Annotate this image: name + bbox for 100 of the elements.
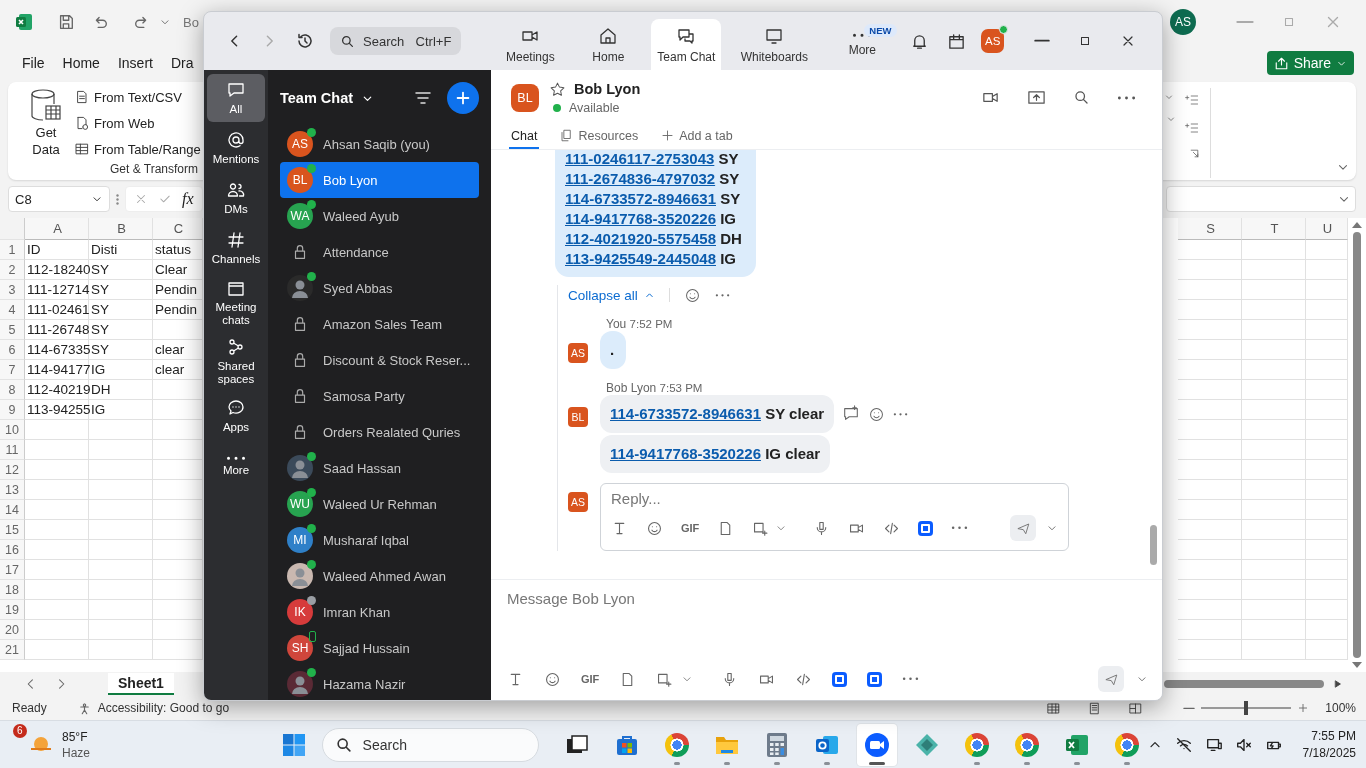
chat-tab[interactable]: Add a tab (658, 124, 735, 149)
sidebar-item[interactable]: Meeting chats (207, 274, 265, 331)
normal-view-icon[interactable] (1046, 700, 1062, 716)
row-header[interactable]: 14 (0, 500, 25, 520)
save-icon[interactable] (57, 13, 75, 31)
nav-tab[interactable]: NEW More (823, 19, 902, 70)
chat-list-item[interactable]: Hazama Nazir (280, 666, 479, 700)
video-meeting-icon[interactable] (863, 731, 890, 758)
formula-input[interactable] (1166, 186, 1356, 212)
sidebar-item[interactable]: DMs (207, 174, 265, 222)
app-icon[interactable] (867, 671, 883, 687)
gif-button[interactable]: GIF (681, 522, 700, 534)
search-field[interactable]: Search (321, 727, 539, 762)
order-link[interactable]: 114-6733572-8946631 (610, 405, 761, 422)
chat-list-item[interactable]: Samosa Party (280, 378, 479, 414)
send-button[interactable] (1010, 515, 1036, 541)
dialog-launcher-icon[interactable] (1189, 148, 1200, 159)
chat-list-item[interactable]: Syed Abbas (280, 270, 479, 306)
row-header[interactable]: 19 (0, 600, 25, 620)
sidebar-item[interactable]: Channels (207, 224, 265, 272)
menu-item[interactable]: Insert (117, 55, 153, 71)
chat-list-item[interactable]: AS Ahsan Saqib (you) (280, 126, 479, 162)
chat-list-item[interactable]: BL Bob Lyon (280, 162, 479, 198)
sidebar-item[interactable]: Apps (207, 392, 265, 440)
row-header[interactable]: 5 (0, 320, 25, 340)
page-break-icon[interactable] (1128, 700, 1144, 716)
sidebar-item[interactable]: Mentions (207, 124, 265, 172)
gif-button[interactable]: GIF (581, 673, 600, 685)
function-icon[interactable]: fx (182, 190, 194, 208)
more-icon[interactable] (893, 411, 909, 417)
row-header[interactable]: 2 (0, 260, 25, 280)
row-header[interactable]: 9 (0, 400, 25, 420)
reply-icon[interactable] (842, 405, 861, 423)
accessibility-status[interactable]: Accessibility: Good to go (97, 701, 230, 715)
chat-list-item[interactable]: SH Sajjad Hussain (280, 630, 479, 666)
column-header[interactable]: C (153, 218, 203, 240)
order-link[interactable]: 113-9425549-2445048 (565, 250, 716, 267)
nav-tab[interactable]: Whiteboards (725, 19, 824, 70)
history-icon[interactable] (295, 31, 315, 51)
row-header[interactable]: 21 (0, 640, 25, 660)
star-icon[interactable] (549, 80, 566, 98)
horizontal-scrollbar[interactable] (1164, 679, 1324, 689)
more-icon[interactable] (902, 676, 920, 682)
chat-list-item[interactable]: Amazon Sales Team (280, 306, 479, 342)
scroll-up-icon[interactable] (1352, 222, 1362, 228)
menu-item[interactable]: File (22, 55, 45, 71)
list-title[interactable]: Team Chat (280, 90, 375, 106)
chat-tab[interactable]: Resources (557, 124, 641, 149)
ribbon-command[interactable]: From Web (74, 112, 201, 134)
row-header[interactable]: 13 (0, 480, 25, 500)
chat-list-item[interactable]: Discount & Stock Reser... (280, 342, 479, 378)
sidebar-item[interactable]: All (207, 74, 265, 122)
sidebar-item[interactable]: Shared spaces (207, 333, 265, 390)
zoom-level[interactable]: 100% (1325, 701, 1356, 715)
sidebar-item[interactable]: More (207, 442, 265, 490)
diamond-app-icon[interactable] (914, 732, 939, 757)
sheet-tab[interactable]: Sheet1 (108, 673, 174, 695)
order-link[interactable]: 111-0246117-2753043 (565, 150, 715, 167)
get-data-button[interactable]: Get Data (26, 88, 66, 158)
maximize-icon[interactable] (1078, 34, 1092, 48)
chat-list-item[interactable]: Attendance (280, 234, 479, 270)
reply-field[interactable]: Reply... GIF (600, 483, 1069, 551)
order-link[interactable]: 114-6733572-8946631 (565, 190, 716, 207)
account-avatar[interactable]: AS (1170, 9, 1196, 35)
scroll-right-icon[interactable] (1332, 678, 1344, 690)
row-header[interactable]: 18 (0, 580, 25, 600)
more-icon[interactable] (714, 292, 730, 298)
order-link[interactable]: 114-9417768-3520226 (610, 445, 761, 462)
minimize-icon[interactable] (1034, 39, 1050, 43)
spreadsheet-app-icon[interactable] (1064, 732, 1089, 757)
collapse-link[interactable]: Collapse all (568, 287, 655, 303)
order-link[interactable]: 114-9417768-3520226 (565, 210, 716, 227)
nav-tab[interactable]: Meetings (491, 19, 570, 70)
row-header[interactable]: 4 (0, 300, 25, 320)
chat-list-item[interactable]: Orders Realated Quries (280, 414, 479, 450)
more-icon[interactable] (1117, 94, 1136, 101)
ribbon-command[interactable]: From Text/CSV (74, 86, 201, 108)
chat-list-item[interactable]: Waleed Ahmed Awan (280, 558, 479, 594)
share-screen-icon[interactable] (1027, 88, 1046, 107)
send-button[interactable] (1098, 666, 1124, 692)
start-icon[interactable] (281, 732, 306, 757)
row-header[interactable]: 20 (0, 620, 25, 640)
search-icon[interactable] (1073, 89, 1090, 106)
column-header[interactable]: U (1306, 218, 1348, 240)
row-header[interactable]: 1 (0, 240, 25, 260)
zoom-slider[interactable] (1244, 701, 1249, 715)
calculator-icon[interactable] (765, 731, 788, 758)
nav-tab[interactable]: Team Chat (651, 19, 722, 70)
chat-list-item[interactable]: WU Waleed Ur Rehman (280, 486, 479, 522)
new-chat-button[interactable] (447, 82, 479, 114)
row-header[interactable]: 8 (0, 380, 25, 400)
menu-item[interactable]: Dra (170, 55, 194, 71)
row-header[interactable]: 16 (0, 540, 25, 560)
column-header[interactable]: A (25, 218, 89, 240)
name-box[interactable]: C8 (8, 186, 110, 212)
emoji-icon[interactable] (646, 519, 663, 537)
ribbon-command[interactable]: From Table/Range (74, 138, 201, 160)
row-header[interactable]: 11 (0, 440, 25, 460)
chat-list-item[interactable]: MI Musharaf Iqbal (280, 522, 479, 558)
row-header[interactable]: 17 (0, 560, 25, 580)
